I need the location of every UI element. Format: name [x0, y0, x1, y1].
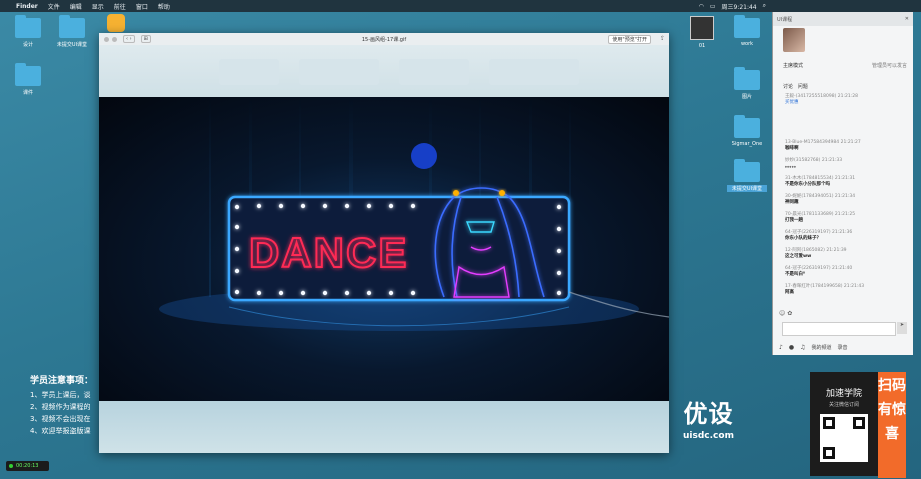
desktop-folder-sigmar[interactable]: Sigmar_One — [727, 115, 767, 147]
channel-link[interactable]: 我的频道 — [811, 344, 831, 351]
music-icon[interactable]: ♫ — [800, 344, 805, 351]
blurred-background — [99, 45, 669, 97]
chat-panel: UI课程 ✕ 主席模式 管理员可以发言 讨论 问题 王毅-(3417255518… — [772, 12, 913, 355]
tab-questions[interactable]: 问题 — [798, 84, 808, 90]
chat-message: 64-冠子(226319197) 21:21:36 你东小队的妹子？ — [785, 230, 853, 241]
thumbnail-icon — [690, 16, 714, 40]
notice-line: 2、视频作为课程的 — [30, 403, 91, 411]
folder-icon — [15, 15, 41, 38]
chat-tabs: 讨论 问题 — [783, 83, 808, 90]
quicklook-window: ‹ › ⊞ 15-画风组-17课.gif 使用"预览"打开 ⇪ DANCE — [99, 33, 669, 453]
menu-clock[interactable]: 周三9:21:44 — [721, 2, 756, 11]
flower-icon[interactable]: ✿ — [787, 310, 792, 317]
speaker-icon[interactable]: ♪ — [779, 344, 783, 351]
promo-title: 加速学院 — [825, 389, 862, 399]
chat-toolbar: ☺ ✿ — [779, 310, 792, 317]
chat-message: 64-冠子(226319197) 21:21:40 不是叫白⁰ — [785, 266, 853, 277]
promo-card: 加速学院 关注微信订阅 — [810, 372, 878, 476]
chat-header: UI课程 ✕ — [773, 12, 913, 26]
brand-logo: 优设 — [683, 400, 734, 428]
folder-icon — [59, 15, 85, 38]
menu-edit[interactable]: 编辑 — [65, 2, 87, 11]
wifi-icon[interactable]: ◠ — [699, 3, 704, 10]
menu-window[interactable]: 窗口 — [131, 2, 153, 11]
record-link[interactable]: 录音 — [838, 344, 848, 351]
folder-icon — [734, 115, 760, 138]
folder-icon — [734, 67, 760, 90]
desktop-folder-courseware[interactable]: 课件 — [8, 63, 48, 96]
blurred-background-bottom — [99, 401, 669, 453]
notice-line: 4、欢迎举报盗版课 — [30, 427, 91, 435]
notice-line: 3、视频不会出现在 — [30, 415, 91, 423]
battery-icon[interactable]: ▭ — [710, 3, 716, 10]
chat-message: 王毅-(3417255518098) 21:21:28 买优惠 — [785, 94, 858, 105]
tab-discussion[interactable]: 讨论 — [783, 84, 793, 90]
chat-footer: ♪ ● ♫ 我的频道 录音 — [773, 340, 919, 354]
chat-message: 13-Blue-M17584394984 21:21:27 咖啡啊 — [785, 140, 861, 151]
menu-go[interactable]: 前往 — [109, 2, 131, 11]
avatar — [783, 28, 805, 52]
desktop-folder-design[interactable]: 设计 — [8, 15, 48, 48]
desktop-folder-ui-selected[interactable]: 未提交UI课堂 — [727, 159, 767, 192]
notice-title: 学员注意事项： — [30, 376, 94, 386]
chat-input[interactable] — [782, 322, 896, 336]
window-titlebar: ‹ › ⊞ 15-画风组-17课.gif 使用"预览"打开 ⇪ — [99, 33, 669, 45]
sketch-icon — [107, 14, 125, 32]
neon-dance-artwork: DANCE — [159, 97, 669, 331]
chat-title: UI课程 — [777, 16, 793, 23]
desktop-folder-ui-class[interactable]: 未提交UI课堂 — [52, 15, 92, 48]
window-title: 15-画风组-17课.gif — [361, 36, 407, 43]
chat-message: 31-木木(1784815534) 21:21:31 不是你东小分队那个吗 — [785, 176, 856, 187]
dance-neon-text: DANCE — [249, 229, 408, 276]
menu-bar: Finder 文件 编辑 显示 前往 窗口 帮助 ◠ ▭ 周三9:21:44 ⌕ — [0, 0, 921, 12]
chat-message: 17-春晖红叶(1784199658) 21:21:43 阿高 — [785, 284, 865, 295]
desktop: Finder 文件 编辑 显示 前往 窗口 帮助 ◠ ▭ 周三9:21:44 ⌕… — [0, 0, 921, 479]
uisdc-watermark: 优设 uisdc.com — [683, 394, 734, 441]
chat-message: 12-阿阿(1865082) 21:21:39 这之可爱ww — [785, 248, 847, 259]
desktop-folder-images[interactable]: 图片 — [727, 67, 767, 100]
desktop-folder-work[interactable]: work — [727, 15, 767, 47]
menu-help[interactable]: 帮助 — [153, 2, 175, 11]
cursor-highlight — [411, 143, 437, 169]
menu-app[interactable]: Finder — [11, 3, 43, 10]
mic-icon[interactable]: ● — [789, 344, 794, 351]
send-button[interactable]: ➤ — [897, 322, 907, 334]
mode-hint: 管理员可以发言 — [871, 63, 907, 69]
gif-preview: DANCE — [99, 97, 669, 401]
desktop-file-01[interactable]: 01 — [682, 16, 722, 49]
folder-icon — [734, 159, 760, 182]
notice-block: 学员注意事项： 1、学员上课后，谈 2、视频作为课程的 3、视频不会出现在 4、… — [30, 375, 93, 437]
chat-message: 妙妙(31582768) 21:21:33。。。。。 — [785, 158, 843, 169]
promo-side-banner: 扫码有惊喜 — [878, 372, 906, 478]
chat-message: 30-妮妮(1784394051) 21:21:34 神同趣 — [785, 194, 856, 205]
qr-code-icon — [820, 414, 868, 462]
close-icon[interactable]: ✕ — [905, 16, 909, 22]
emoji-icon[interactable]: ☺ — [779, 310, 785, 317]
menu-file[interactable]: 文件 — [43, 2, 65, 11]
mode-label[interactable]: 主席模式 — [783, 62, 803, 69]
search-icon[interactable]: ⌕ — [763, 2, 766, 10]
chat-message: 70-晨光(1781133689) 21:21:25 打我一趟 — [785, 212, 856, 223]
recording-timer: 00:20:13 — [6, 461, 49, 471]
menu-view[interactable]: 显示 — [87, 2, 109, 11]
open-with-preview-button[interactable]: 使用"预览"打开 — [608, 35, 651, 44]
folder-icon — [734, 15, 760, 38]
share-icon[interactable]: ⇪ — [660, 35, 665, 42]
notice-line: 1、学员上课后，谈 — [30, 391, 91, 399]
promo-subtitle: 关注微信订阅 — [828, 402, 859, 408]
folder-icon — [15, 63, 41, 86]
brand-url: uisdc.com — [683, 431, 734, 441]
